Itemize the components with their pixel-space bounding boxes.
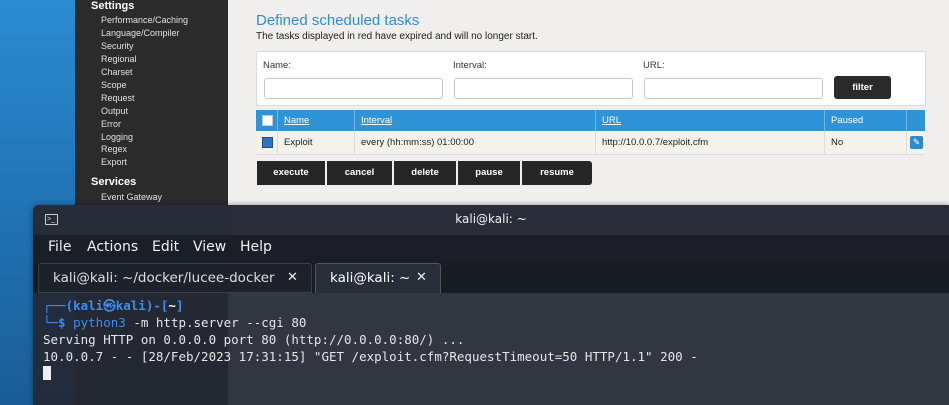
resume-button[interactable]: resume bbox=[522, 161, 592, 185]
name-filter-label: Name: bbox=[263, 60, 291, 71]
pause-button[interactable]: pause bbox=[458, 161, 520, 185]
edit-pencil-icon[interactable]: ✎ bbox=[910, 136, 923, 149]
page-subtitle: The tasks displayed in red have expired … bbox=[256, 31, 538, 42]
sidebar-item-performance[interactable]: Performance/Caching bbox=[101, 15, 188, 25]
command-bin: python3 bbox=[73, 315, 126, 330]
sidebar-item-security[interactable]: Security bbox=[101, 41, 134, 51]
tab-close-icon[interactable]: ✕ bbox=[287, 270, 298, 285]
sidebar-item-regex[interactable]: Regex bbox=[101, 144, 127, 154]
header-interval[interactable]: Interval bbox=[355, 110, 596, 131]
terminal-cursor bbox=[43, 366, 51, 380]
sidebar-item-event-gateway[interactable]: Event Gateway bbox=[101, 192, 162, 202]
sidebar-item-regional[interactable]: Regional bbox=[101, 54, 137, 64]
cancel-button[interactable]: cancel bbox=[327, 161, 392, 185]
filter-panel: Name: Interval: URL: filter bbox=[256, 51, 926, 106]
menu-help[interactable]: Help bbox=[240, 239, 272, 255]
sidebar-heading-settings: Settings bbox=[91, 0, 135, 12]
header-paused: Paused bbox=[825, 110, 907, 131]
sidebar-item-output[interactable]: Output bbox=[101, 106, 128, 116]
row-checkbox[interactable] bbox=[262, 137, 273, 148]
header-edit bbox=[907, 110, 925, 131]
name-filter-input[interactable] bbox=[264, 78, 443, 99]
output-line-request: 10.0.0.7 - - [28/Feb/2023 17:31:15] "GET… bbox=[43, 349, 698, 364]
execute-button[interactable]: execute bbox=[257, 161, 325, 185]
tab-label: kali@kali: ~/docker/lucee-docker bbox=[53, 270, 275, 286]
terminal-window-title: kali@kali: ~ bbox=[455, 212, 527, 226]
sidebar-item-scope[interactable]: Scope bbox=[101, 80, 127, 90]
command-args: -m http.server --cgi 80 bbox=[125, 315, 307, 330]
header-url[interactable]: URL bbox=[596, 110, 825, 131]
tab-home[interactable]: kali@kali: ~ ✕ bbox=[315, 263, 441, 293]
menu-actions[interactable]: Actions bbox=[87, 239, 138, 255]
terminal-titlebar[interactable]: >_ kali@kali: ~ bbox=[33, 205, 949, 235]
menu-edit[interactable]: Edit bbox=[152, 239, 179, 255]
table-row: Exploit every (hh:mm:ss) 01:00:00 http:/… bbox=[256, 131, 925, 155]
sidebar-item-charset[interactable]: Charset bbox=[101, 67, 133, 77]
task-paused: No bbox=[825, 131, 907, 154]
filter-button[interactable]: filter bbox=[834, 76, 891, 99]
row-select-cell bbox=[256, 131, 278, 154]
sidebar-item-language[interactable]: Language/Compiler bbox=[101, 28, 180, 38]
prompt-symbol: ㉿ bbox=[103, 298, 116, 313]
sidebar-item-request[interactable]: Request bbox=[101, 93, 135, 103]
prompt-host: kali bbox=[115, 298, 146, 313]
page-title: Defined scheduled tasks bbox=[256, 12, 420, 29]
menu-file[interactable]: File bbox=[48, 239, 71, 255]
sidebar-item-export[interactable]: Export bbox=[101, 157, 127, 167]
task-actions: execute cancel delete pause resume bbox=[257, 161, 592, 185]
tab-label: kali@kali: ~ bbox=[330, 270, 411, 286]
url-filter-input[interactable] bbox=[644, 78, 823, 99]
interval-filter-input[interactable] bbox=[454, 78, 633, 99]
interval-filter-label: Interval: bbox=[453, 60, 487, 71]
tab-lucee-docker[interactable]: kali@kali: ~/docker/lucee-docker ✕ bbox=[38, 263, 312, 293]
delete-button[interactable]: delete bbox=[394, 161, 456, 185]
output-line-serving: Serving HTTP on 0.0.0.0 port 80 (http://… bbox=[43, 332, 465, 347]
header-name[interactable]: Name bbox=[278, 110, 355, 131]
task-name: Exploit bbox=[278, 131, 355, 154]
tab-close-icon[interactable]: ✕ bbox=[416, 270, 427, 285]
sidebar-item-error[interactable]: Error bbox=[101, 119, 121, 129]
terminal-tabbar: kali@kali: ~/docker/lucee-docker ✕ kali@… bbox=[33, 263, 949, 293]
edit-cell: ✎ bbox=[907, 131, 925, 154]
url-filter-label: URL: bbox=[643, 60, 665, 71]
tasks-table: Name Interval URL Paused Exploit every (… bbox=[256, 110, 925, 155]
select-all-checkbox[interactable] bbox=[262, 115, 273, 126]
select-all-cell bbox=[256, 110, 278, 131]
terminal-output[interactable]: ┌──(kali㉿kali)-[~] └─$ python3 -m http.s… bbox=[43, 297, 698, 382]
prompt-user: kali bbox=[73, 298, 104, 313]
menu-view[interactable]: View bbox=[193, 239, 226, 255]
task-url: http://10.0.0.7/exploit.cfm bbox=[596, 131, 825, 154]
terminal-window: >_ kali@kali: ~ File Actions Edit View H… bbox=[33, 205, 949, 405]
table-header: Name Interval URL Paused bbox=[256, 110, 925, 131]
sidebar-item-logging[interactable]: Logging bbox=[101, 132, 133, 142]
terminal-menubar: File Actions Edit View Help bbox=[33, 235, 949, 263]
prompt-dir: ~ bbox=[168, 298, 176, 313]
task-interval: every (hh:mm:ss) 01:00:00 bbox=[355, 131, 596, 154]
sidebar-heading-services: Services bbox=[91, 176, 137, 188]
